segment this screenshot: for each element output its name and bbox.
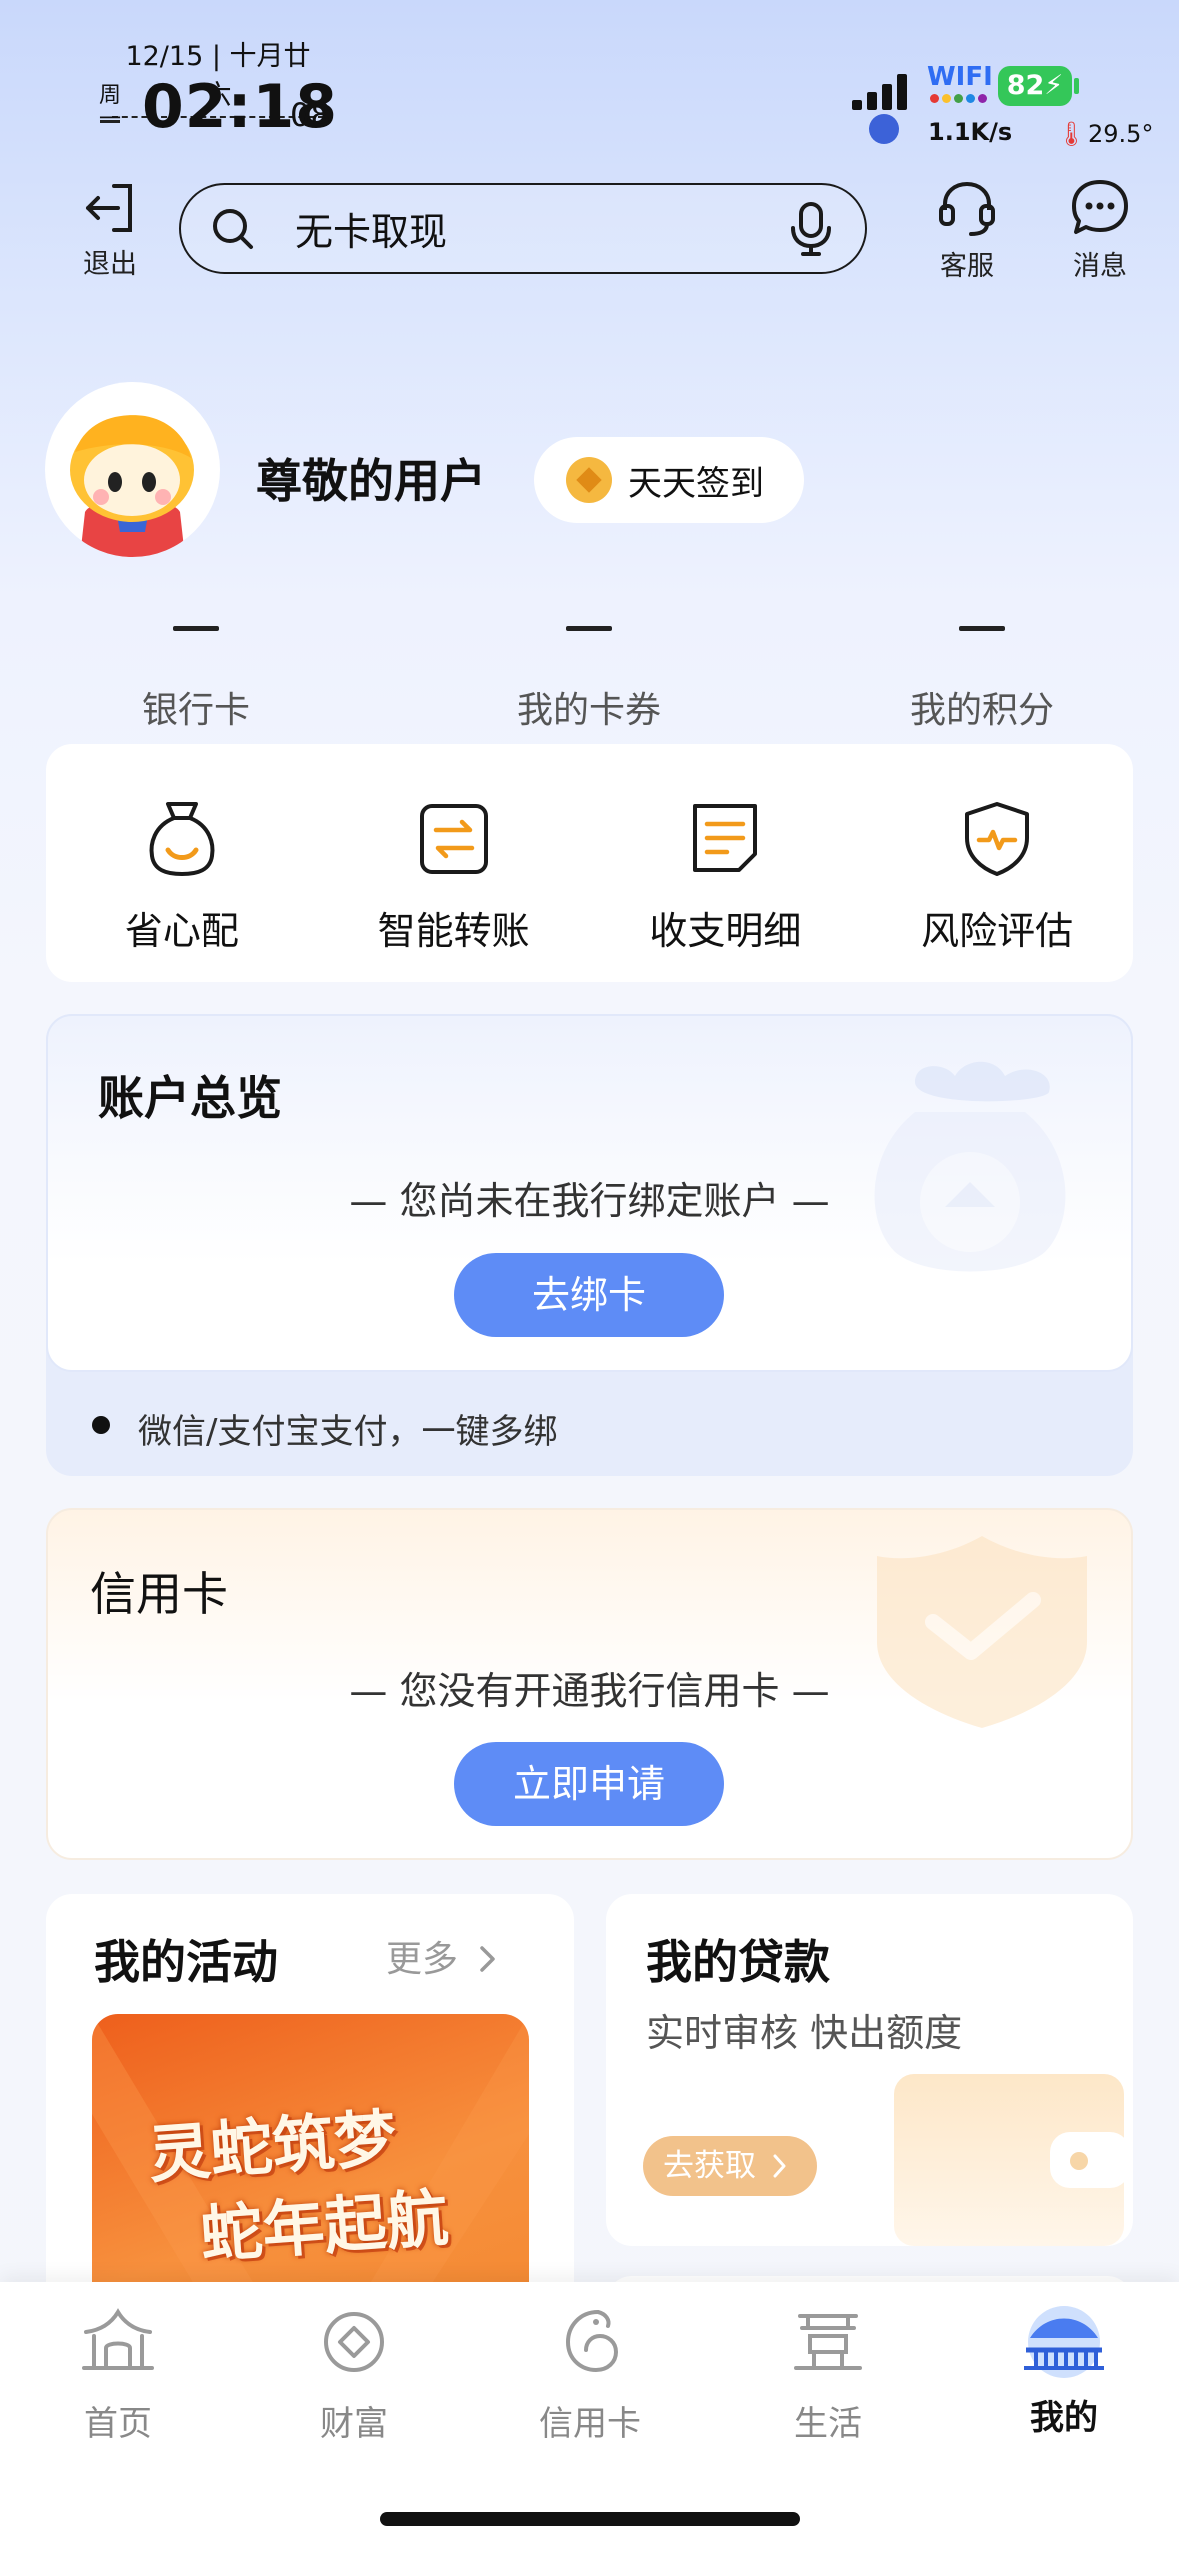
get-loan-label: 去获取: [663, 2148, 756, 2184]
credit-card-icon: [565, 2310, 619, 2373]
daily-signin-button[interactable]: 天天签到: [534, 437, 804, 523]
mine-icon: [1024, 2306, 1104, 2378]
alarm-icon: [869, 114, 899, 144]
tab-mine[interactable]: 我的: [964, 2306, 1164, 2439]
tab-credit-card[interactable]: 信用卡: [490, 2306, 690, 2445]
account-overview-title: 账户总览: [98, 1071, 282, 1125]
signal-icon: [852, 74, 907, 110]
quick-item-risk-assessment[interactable]: 风险评估: [877, 798, 1117, 982]
life-icon: [794, 2314, 862, 2370]
signin-label: 天天签到: [628, 463, 764, 504]
tab-home[interactable]: 首页: [18, 2306, 218, 2445]
quick-item-label: 收支明细: [649, 909, 802, 953]
money-bag-icon: [149, 802, 215, 876]
messages-label: 消息: [1073, 251, 1127, 282]
banner-headline-2: 蛇年起航: [198, 2181, 451, 2272]
quick-item-shengxinpei[interactable]: 省心配: [62, 798, 302, 982]
quick-item-label: 智能转账: [377, 909, 530, 953]
headset-icon: [939, 181, 995, 236]
wifi-label: WIFI: [927, 62, 993, 92]
net-speed: 1.1K/s: [928, 118, 1013, 146]
loan-title: 我的贷款: [646, 1935, 830, 1989]
more-label: 更多: [386, 1939, 459, 1980]
search-icon: [213, 208, 253, 249]
messages-button[interactable]: 消息: [1055, 176, 1145, 283]
stat-value: [566, 626, 612, 631]
chevron-right-icon: [773, 2154, 786, 2178]
credit-card-title: 信用卡: [90, 1567, 228, 1621]
status-seconds: 08: [290, 96, 331, 134]
search-bar[interactable]: 无卡取现: [179, 183, 867, 274]
stat-label: 我的积分: [909, 690, 1054, 731]
wallet-bind-tip[interactable]: 微信/支付宝支付，一键多绑: [138, 1404, 557, 1453]
money-bag-watermark-icon: [874, 1061, 1066, 1272]
quick-item-smart-transfer[interactable]: 智能转账: [334, 798, 574, 982]
microphone-icon[interactable]: [785, 200, 837, 258]
home-icon: [82, 2308, 154, 2370]
stat-points[interactable]: 我的积分: [862, 626, 1102, 733]
tab-label: 生活: [794, 2404, 862, 2444]
status-weekday: 周一: [98, 83, 121, 132]
account-empty-message: — 您尚未在我行绑定账户 —: [349, 1179, 830, 1223]
coin-icon: [566, 457, 612, 503]
bullet-dot: [92, 1416, 110, 1434]
battery-indicator: 82⚡: [998, 66, 1072, 106]
activities-title: 我的活动: [94, 1935, 278, 1989]
wallet-illustration-icon: [894, 2074, 1130, 2246]
customer-service-button[interactable]: 客服: [922, 176, 1012, 283]
exit-button[interactable]: 退出: [65, 178, 155, 281]
stat-bank-cards[interactable]: 银行卡: [76, 626, 316, 733]
stat-label: 我的卡券: [516, 690, 661, 731]
temperature: 29.5°: [1088, 120, 1154, 148]
apply-credit-card-button[interactable]: 立即申请: [454, 1742, 724, 1826]
stat-label: 银行卡: [141, 690, 250, 731]
bind-card-button[interactable]: 去绑卡: [454, 1253, 724, 1337]
stat-value: [173, 626, 219, 631]
customer-service-label: 客服: [940, 251, 994, 282]
search-input[interactable]: 无卡取现: [295, 201, 785, 256]
username: 尊敬的用户: [256, 454, 486, 508]
quick-item-label: 风险评估: [921, 909, 1074, 953]
tab-label: 财富: [320, 2404, 388, 2444]
credit-card-empty-message: — 您没有开通我行信用卡 —: [349, 1669, 830, 1713]
get-loan-button[interactable]: 去获取: [643, 2136, 817, 2196]
stat-coupons[interactable]: 我的卡券: [469, 626, 709, 733]
quick-menu: 省心配 智能转账 收支明细 风险评估: [46, 744, 1133, 982]
avatar[interactable]: [45, 382, 220, 557]
chevron-right-icon: [480, 1946, 496, 1972]
exit-icon: [86, 184, 132, 232]
wifi-activity-icon: [930, 94, 987, 103]
stat-value: [959, 626, 1005, 631]
home-indicator[interactable]: [380, 2512, 800, 2526]
tab-label: 我的: [1030, 2398, 1098, 2438]
weekday-underline: [100, 120, 120, 123]
thermometer-icon: 🌡: [1056, 120, 1087, 148]
shield-risk-icon: [965, 802, 1030, 876]
tab-label: 信用卡: [539, 2404, 641, 2444]
wealth-icon: [324, 2312, 384, 2372]
statement-icon: [693, 804, 758, 872]
tab-wealth[interactable]: 财富: [254, 2306, 454, 2445]
exit-label: 退出: [83, 249, 137, 280]
tab-label: 首页: [84, 2404, 152, 2444]
tab-life[interactable]: 生活: [728, 2306, 928, 2445]
transfer-icon: [419, 804, 488, 874]
chat-bubble-icon: [1072, 180, 1128, 234]
quick-item-label: 省心配: [124, 909, 239, 953]
loan-subtitle: 实时审核 快出额度: [646, 2011, 963, 2055]
activities-more-link[interactable]: 更多: [386, 1930, 499, 1982]
quick-item-statement[interactable]: 收支明细: [605, 798, 845, 982]
battery-tip: [1074, 78, 1079, 94]
